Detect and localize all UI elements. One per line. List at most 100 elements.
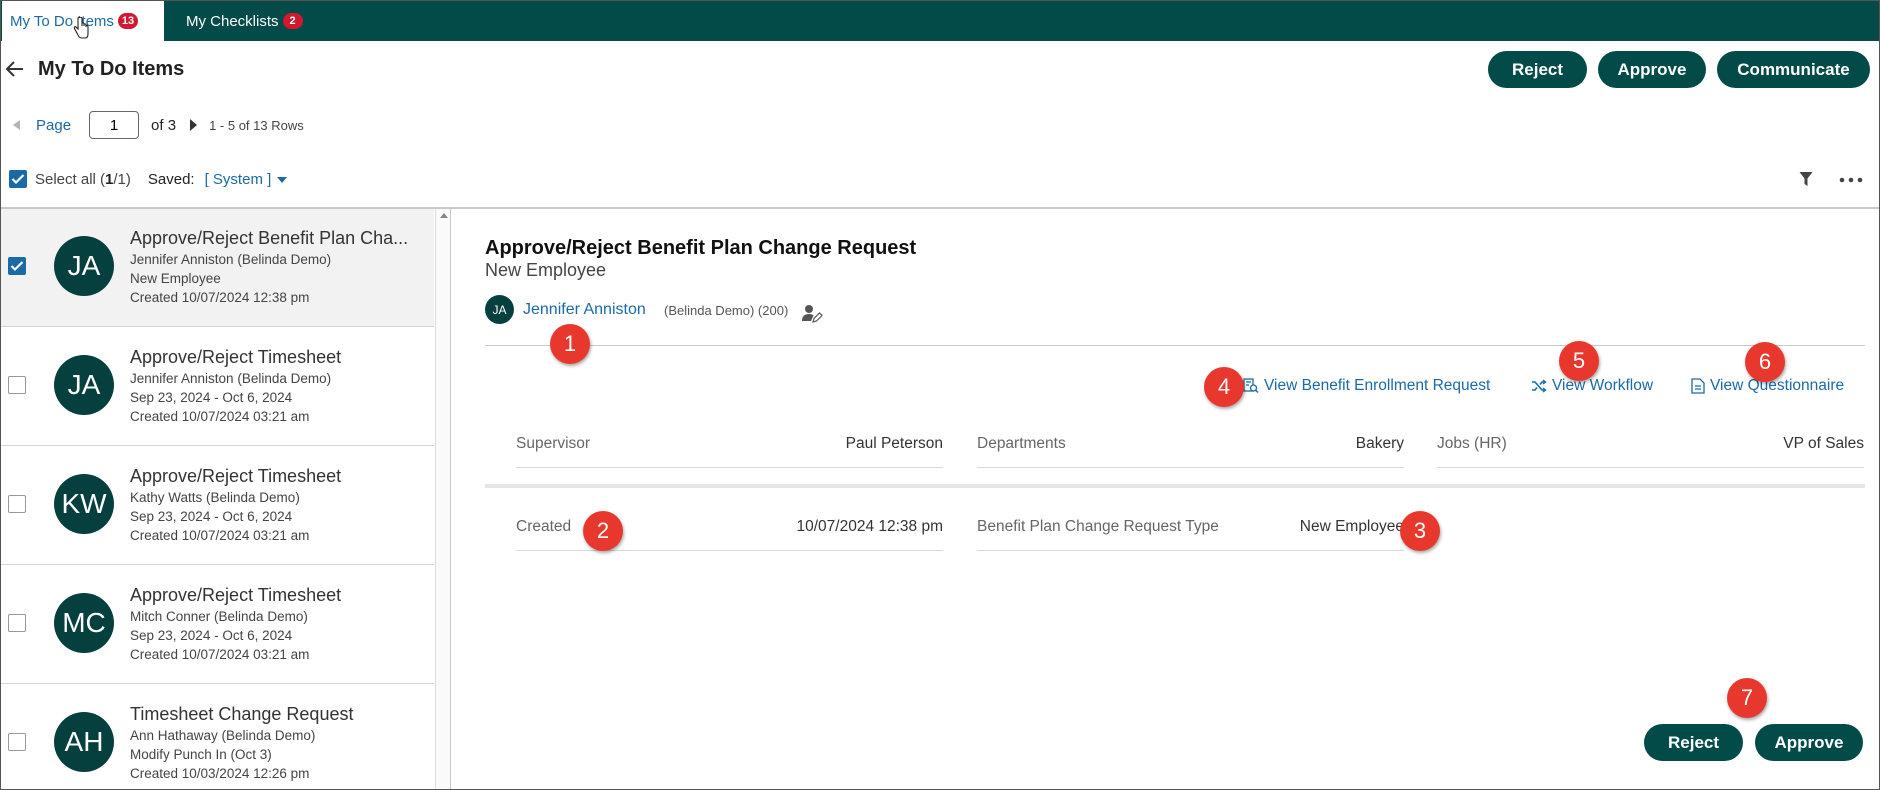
detail-title: Approve/Reject Benefit Plan Change Reque…	[485, 237, 917, 259]
tab-label: My To Do Items	[10, 12, 114, 30]
list-item[interactable]: JA Approve/Reject Timesheet Jennifer Ann…	[1, 328, 434, 446]
selection-toolbar: Select all (1/1) Saved: [ System ]	[9, 167, 288, 191]
view-workflow-link[interactable]: View Workflow	[1531, 376, 1653, 396]
reject-button[interactable]: Reject	[1644, 724, 1743, 761]
cursor-icon	[73, 17, 89, 39]
tab-label: My Checklists	[186, 12, 279, 30]
list-item[interactable]: MC Approve/Reject Timesheet Mitch Conner…	[1, 566, 434, 684]
scroll-up-icon[interactable]	[440, 213, 448, 218]
item-employee: Mitch Conner (Belinda Demo)	[130, 609, 308, 624]
request-type-value: New Employee	[1299, 518, 1404, 535]
item-detail: Sep 23, 2024 - Oct 6, 2024	[130, 390, 293, 405]
list-item[interactable]: KW Approve/Reject Timesheet Kathy Watts …	[1, 447, 434, 565]
tab-count-badge: 2	[282, 13, 303, 29]
item-checkbox[interactable]	[8, 614, 26, 632]
jobs-value: VP of Sales	[1783, 435, 1864, 452]
item-employee: Ann Hathaway (Belinda Demo)	[130, 728, 316, 743]
supervisor-value: Paul Peterson	[845, 435, 943, 452]
annotation-marker-4: 4	[1204, 367, 1244, 407]
request-type-label: Benefit Plan Change Request Type	[977, 518, 1219, 535]
list-scrollbar[interactable]	[435, 209, 450, 789]
approve-button[interactable]: Approve	[1598, 51, 1706, 88]
item-created: Created 10/07/2024 12:38 pm	[130, 290, 310, 305]
select-all-checkbox[interactable]	[9, 170, 27, 188]
approve-button[interactable]: Approve	[1755, 724, 1863, 761]
previous-page-icon[interactable]	[13, 120, 20, 130]
avatar: AH	[54, 712, 114, 772]
jobs-label: Jobs (HR)	[1437, 435, 1507, 452]
avatar: JA	[54, 236, 114, 296]
more-icon[interactable]	[1839, 177, 1863, 183]
item-checkbox[interactable]	[8, 495, 26, 513]
communicate-button[interactable]: Communicate	[1717, 51, 1870, 88]
select-all-label: Select all (1/1)	[35, 170, 131, 188]
tab-my-checklists[interactable]: My Checklists 2	[186, 1, 303, 41]
pagination: Page of 3 1 - 5 of 13 Rows	[13, 111, 304, 139]
list-item[interactable]: JA Approve/Reject Benefit Plan Cha... Je…	[1, 209, 434, 327]
item-title: Approve/Reject Timesheet	[130, 466, 342, 486]
created-value: 10/07/2024 12:38 pm	[796, 518, 943, 535]
item-employee: Jennifer Anniston (Belinda Demo)	[130, 252, 332, 267]
view-benefit-enrollment-link[interactable]: View Benefit Enrollment Request	[1243, 376, 1490, 396]
item-title: Approve/Reject Timesheet	[130, 585, 342, 605]
avatar: JA	[485, 295, 514, 324]
saved-view-dropdown[interactable]: [ System ]	[205, 171, 288, 188]
annotation-marker-3: 3	[1400, 511, 1440, 551]
item-title: Timesheet Change Request	[130, 704, 354, 724]
item-created: Created 10/03/2024 12:26 pm	[130, 766, 310, 781]
checkmark-icon	[11, 174, 25, 185]
departments-value: Bakery	[1355, 435, 1404, 452]
saved-label: Saved:	[147, 170, 195, 188]
employee-meta: (Belinda Demo) (200)	[664, 303, 789, 318]
item-created: Created 10/07/2024 03:21 am	[130, 528, 310, 543]
item-checkbox[interactable]	[8, 733, 26, 751]
annotation-marker-7: 7	[1727, 678, 1767, 718]
supervisor-label: Supervisor	[516, 435, 591, 452]
reject-button[interactable]: Reject	[1488, 51, 1587, 88]
app-frame: My To Do Items 13 My Checklists 2 My To …	[0, 0, 1880, 790]
tab-bar: My To Do Items 13 My Checklists 2	[1, 1, 1879, 41]
divider	[977, 467, 1404, 468]
filter-icon[interactable]	[1799, 171, 1813, 187]
annotation-marker-5: 5	[1559, 341, 1599, 381]
annotation-marker-1: 1	[550, 324, 590, 364]
divider	[516, 550, 943, 551]
list-item[interactable]: AH Timesheet Change Request Ann Hathaway…	[1, 685, 434, 789]
employee-name-link[interactable]: Jennifer Anniston	[523, 301, 646, 319]
avatar: KW	[54, 474, 114, 534]
tab-count-badge: 13	[117, 13, 139, 29]
item-title: Approve/Reject Benefit Plan Cha...	[130, 228, 409, 248]
section-divider	[485, 484, 1865, 488]
item-employee: Kathy Watts (Belinda Demo)	[130, 490, 300, 505]
item-detail: New Employee	[130, 271, 221, 286]
annotation-marker-2: 2	[583, 511, 623, 551]
detail-subtitle: New Employee	[485, 260, 607, 280]
departments-label: Departments	[977, 435, 1066, 452]
item-detail: Sep 23, 2024 - Oct 6, 2024	[130, 509, 293, 524]
divider	[516, 467, 943, 468]
user-edit-icon[interactable]	[801, 303, 823, 323]
item-detail: Modify Punch In (Oct 3)	[130, 747, 272, 762]
page-number-input[interactable]	[89, 111, 140, 139]
item-created: Created 10/07/2024 03:21 am	[130, 647, 310, 662]
item-employee: Jennifer Anniston (Belinda Demo)	[130, 371, 332, 386]
divider	[485, 345, 1865, 346]
item-checkbox[interactable]	[8, 376, 26, 394]
annotation-marker-6: 6	[1745, 342, 1785, 382]
page-count: of 3	[151, 116, 177, 134]
todo-list: JA Approve/Reject Benefit Plan Cha... Je…	[1, 209, 451, 789]
back-arrow-icon[interactable]	[5, 59, 25, 79]
item-title: Approve/Reject Timesheet	[130, 347, 342, 367]
page-label: Page	[36, 116, 72, 134]
avatar: MC	[54, 593, 114, 653]
divider	[1437, 467, 1864, 468]
shuffle-icon	[1532, 379, 1547, 393]
item-checkbox[interactable]	[8, 257, 26, 275]
checkmark-icon	[10, 261, 24, 272]
rows-summary: 1 - 5 of 13 Rows	[209, 117, 304, 133]
document-icon	[1691, 378, 1705, 394]
next-page-icon[interactable]	[190, 119, 198, 131]
page-title: My To Do Items	[38, 58, 185, 80]
document-search-icon	[1243, 378, 1259, 394]
item-created: Created 10/07/2024 03:21 am	[130, 409, 310, 424]
